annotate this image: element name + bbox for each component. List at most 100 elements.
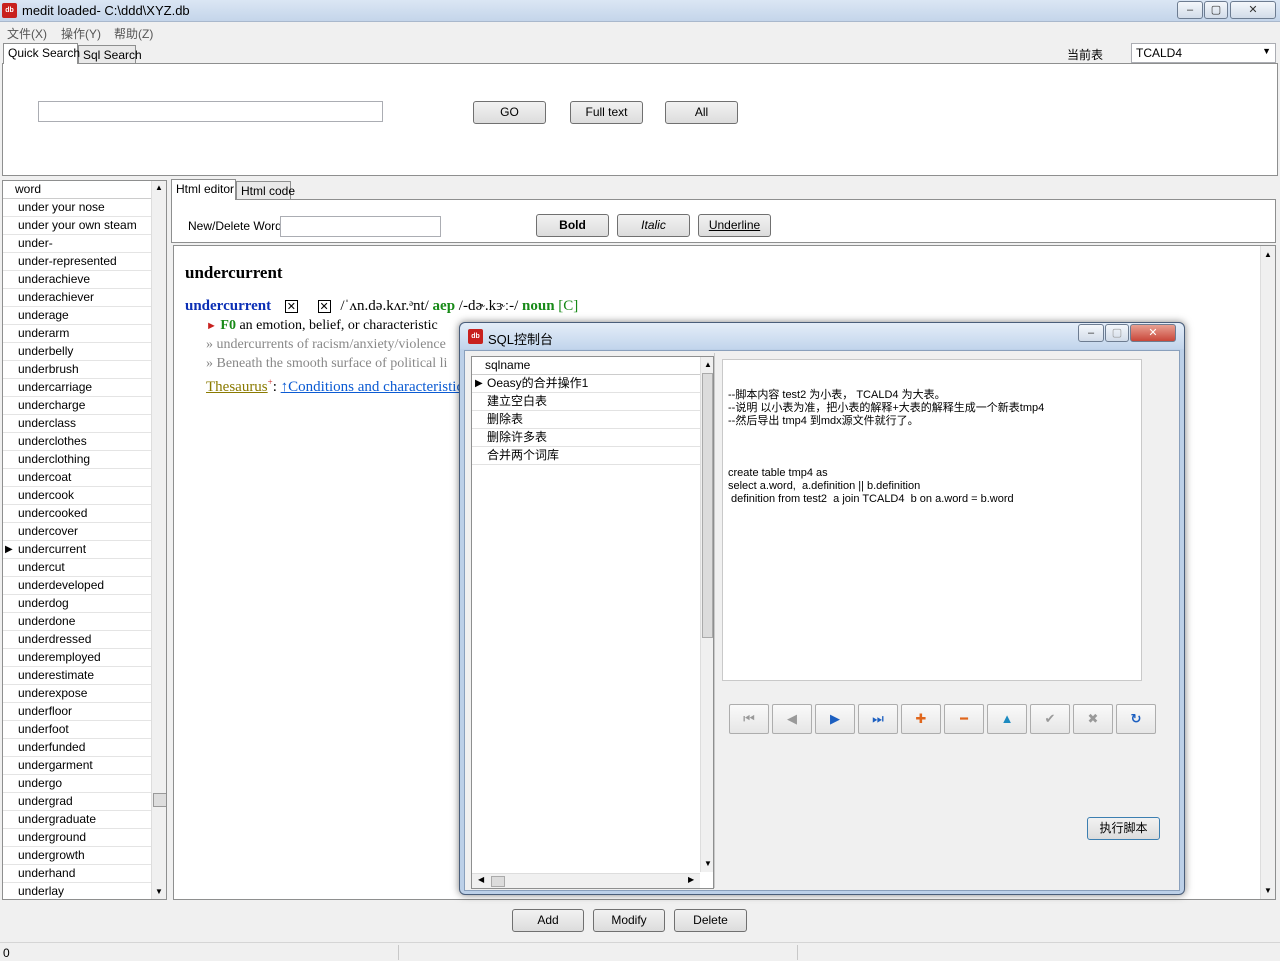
list-item[interactable]: underfloor: [3, 703, 153, 721]
list-item[interactable]: undercook: [3, 487, 153, 505]
scroll-thumb[interactable]: [491, 876, 505, 887]
list-item[interactable]: underdone: [3, 613, 153, 631]
list-item[interactable]: undergrowth: [3, 847, 153, 865]
thesaurus-label[interactable]: Thesaurus: [206, 379, 268, 395]
table-row[interactable]: 删除许多表: [472, 429, 700, 447]
audio-uk-icon[interactable]: ✕: [284, 300, 298, 313]
list-item[interactable]: underdeveloped: [3, 577, 153, 595]
list-item[interactable]: underdressed: [3, 631, 153, 649]
word-list-scrollbar[interactable]: ▲ ▼: [151, 181, 166, 899]
scroll-thumb[interactable]: [153, 793, 166, 807]
scroll-up-icon[interactable]: ▲: [1264, 250, 1272, 259]
scroll-up-icon[interactable]: ▲: [155, 183, 163, 192]
table-row[interactable]: 删除表: [472, 411, 700, 429]
list-item[interactable]: undercut: [3, 559, 153, 577]
scroll-down-icon[interactable]: ▼: [155, 887, 163, 896]
list-item[interactable]: underdog: [3, 595, 153, 613]
table-row[interactable]: 建立空白表: [472, 393, 700, 411]
list-item[interactable]: under your own steam: [3, 217, 153, 235]
sql-grid-vscroll[interactable]: ▲ ▼: [700, 357, 713, 872]
scroll-left-icon[interactable]: ◀: [478, 875, 484, 884]
dialog-close-button[interactable]: ✕: [1130, 324, 1176, 342]
next-record-icon[interactable]: ▶: [815, 704, 855, 734]
list-item[interactable]: undercharge: [3, 397, 153, 415]
word-list-header[interactable]: word: [3, 181, 153, 199]
execute-script-button[interactable]: 执行脚本: [1087, 817, 1160, 840]
edit-record-icon[interactable]: ▲: [987, 704, 1027, 734]
scroll-down-icon[interactable]: ▼: [1264, 886, 1272, 895]
list-item[interactable]: underground: [3, 829, 153, 847]
list-item[interactable]: under-represented: [3, 253, 153, 271]
scroll-right-icon[interactable]: ▶: [688, 875, 694, 884]
list-item[interactable]: undergo: [3, 775, 153, 793]
delete-button[interactable]: Delete: [674, 909, 747, 932]
list-item[interactable]: undercarriage: [3, 379, 153, 397]
list-item[interactable]: underbelly: [3, 343, 153, 361]
list-item[interactable]: underlay: [3, 883, 153, 899]
list-item[interactable]: underfoot: [3, 721, 153, 739]
last-record-icon[interactable]: ⏭: [858, 704, 898, 734]
list-item[interactable]: undergarment: [3, 757, 153, 775]
list-item[interactable]: underexpose: [3, 685, 153, 703]
close-button[interactable]: ✕: [1230, 1, 1276, 19]
scroll-down-icon[interactable]: ▼: [704, 859, 712, 868]
list-item[interactable]: underclass: [3, 415, 153, 433]
scroll-up-icon[interactable]: ▲: [704, 360, 712, 369]
dialog-maximize-button[interactable]: ▢: [1105, 324, 1129, 342]
list-item[interactable]: underbrush: [3, 361, 153, 379]
menu-help[interactable]: 帮助(Z): [114, 25, 153, 42]
list-item[interactable]: underarm: [3, 325, 153, 343]
menu-operation[interactable]: 操作(Y): [61, 25, 101, 42]
thesaurus-link[interactable]: ↑Conditions and characteristic: [281, 379, 463, 395]
list-item[interactable]: undercover: [3, 523, 153, 541]
tab-quick-search[interactable]: Quick Search: [3, 43, 80, 64]
all-button[interactable]: All: [665, 101, 738, 124]
italic-button[interactable]: Italic: [617, 214, 690, 237]
minimize-button[interactable]: –: [1177, 1, 1203, 19]
go-button[interactable]: GO: [473, 101, 546, 124]
editor-scrollbar[interactable]: ▲ ▼: [1260, 246, 1275, 899]
list-item[interactable]: undercoat: [3, 469, 153, 487]
insert-record-icon[interactable]: ✚: [901, 704, 941, 734]
bold-button[interactable]: Bold: [536, 214, 609, 237]
list-item[interactable]: underachieve: [3, 271, 153, 289]
modify-button[interactable]: Modify: [593, 909, 665, 932]
list-item[interactable]: underhand: [3, 865, 153, 883]
list-item[interactable]: underclothing: [3, 451, 153, 469]
sql-script-editor[interactable]: --脚本内容 test2 为小表， TCALD4 为大表。 --说明 以小表为准，…: [722, 359, 1142, 681]
delete-record-icon[interactable]: ━: [944, 704, 984, 734]
sql-grid-hscroll[interactable]: ◀ ▶: [472, 873, 700, 888]
tab-sql-search[interactable]: Sql Search: [78, 45, 142, 64]
list-item[interactable]: undercooked: [3, 505, 153, 523]
list-item[interactable]: under-: [3, 235, 153, 253]
menu-file[interactable]: 文件(X): [7, 25, 47, 42]
add-button[interactable]: Add: [512, 909, 584, 932]
post-record-icon[interactable]: ✔: [1030, 704, 1070, 734]
scroll-thumb[interactable]: [702, 373, 713, 638]
search-input[interactable]: [38, 101, 383, 122]
list-item[interactable]: underclothes: [3, 433, 153, 451]
table-row[interactable]: 合并两个词库: [472, 447, 700, 465]
list-item[interactable]: underachiever: [3, 289, 153, 307]
tab-html-code[interactable]: Html code: [236, 181, 295, 200]
dialog-minimize-button[interactable]: –: [1078, 324, 1104, 342]
list-item[interactable]: underfunded: [3, 739, 153, 757]
list-item[interactable]: underemployed: [3, 649, 153, 667]
cancel-record-icon[interactable]: ✖: [1073, 704, 1113, 734]
underline-button[interactable]: Underline: [698, 214, 771, 237]
sql-grid-header[interactable]: sqlname: [472, 357, 700, 375]
word-input[interactable]: [280, 216, 441, 237]
list-item[interactable]: undergrad: [3, 793, 153, 811]
list-item[interactable]: underage: [3, 307, 153, 325]
list-item[interactable]: underestimate: [3, 667, 153, 685]
tab-html-editor[interactable]: Html editor: [171, 179, 236, 200]
table-selector[interactable]: TCALD4 ▼: [1131, 43, 1276, 63]
full-text-button[interactable]: Full text: [570, 101, 643, 124]
list-item[interactable]: undergraduate: [3, 811, 153, 829]
list-item[interactable]: under your nose: [3, 199, 153, 217]
audio-us-icon[interactable]: ✕: [317, 300, 331, 313]
refresh-icon[interactable]: ↻: [1116, 704, 1156, 734]
table-row[interactable]: ▶ Oeasy的合并操作1: [472, 375, 700, 393]
maximize-button[interactable]: ▢: [1204, 1, 1228, 19]
first-record-icon[interactable]: ⏮: [729, 704, 769, 734]
